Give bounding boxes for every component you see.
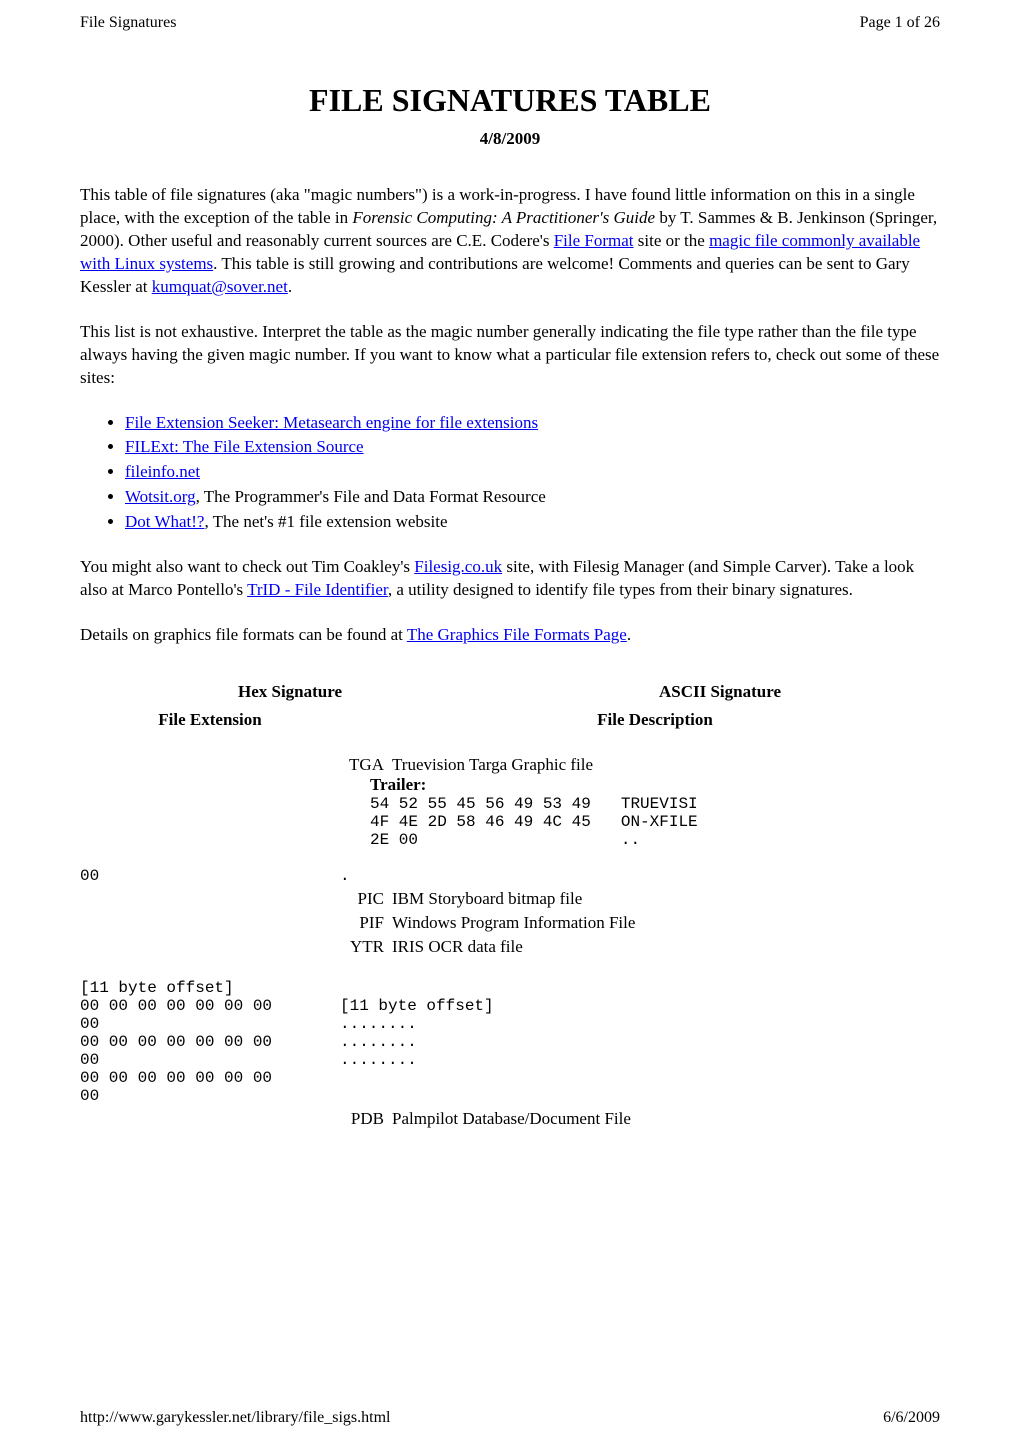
col-header-ext: File Extension — [80, 710, 340, 730]
list-item: fileinfo.net — [125, 461, 940, 484]
book-title: Forensic Computing: A Practitioner's Gui… — [352, 208, 655, 227]
desc-ytr: IRIS OCR data file — [392, 937, 523, 957]
hex-pdb: [11 byte offset] 00 00 00 00 00 00 00 00… — [80, 979, 340, 1105]
intro-paragraph-1: This table of file signatures (aka "magi… — [80, 184, 940, 299]
link-filext[interactable]: FILExt: The File Extension Source — [125, 437, 364, 456]
link-file-extension-seeker[interactable]: File Extension Seeker: Metasearch engine… — [125, 413, 538, 432]
intro-paragraph-3: You might also want to check out Tim Coa… — [80, 556, 940, 602]
col-header-ascii: ASCII Signature — [500, 682, 940, 702]
link-email-kumquat[interactable]: kumquat@sover.net — [152, 277, 288, 296]
footer-url: http://www.garykessler.net/library/file_… — [80, 1409, 390, 1427]
link-graphics-file-formats[interactable]: The Graphics File Formats Page — [407, 625, 627, 644]
ext-pic: PIC — [340, 889, 392, 909]
desc-tga: Truevision Targa Graphic file — [392, 755, 593, 775]
list-item: FILExt: The File Extension Source — [125, 436, 940, 459]
page-footer: http://www.garykessler.net/library/file_… — [80, 1409, 940, 1427]
link-trid[interactable]: TrID - File Identifier — [247, 580, 388, 599]
link-wotsit-org[interactable]: Wotsit.org — [125, 487, 196, 506]
page-title: FILE SIGNATURES TABLE — [80, 82, 940, 119]
table-row-tga: TGA Truevision Targa Graphic file Traile… — [80, 755, 940, 849]
ext-tga: TGA — [340, 755, 384, 775]
link-fileinfo-net[interactable]: fileinfo.net — [125, 462, 200, 481]
hex-zero: 00 — [80, 867, 340, 885]
list-item: Dot What!?, The net's #1 file extension … — [125, 511, 940, 534]
ext-pif: PIF — [340, 913, 392, 933]
list-item: Wotsit.org, The Programmer's File and Da… — [125, 486, 940, 509]
page-header: File Signatures Page 1 of 26 — [80, 14, 940, 32]
list-item: File Extension Seeker: Metasearch engine… — [125, 412, 940, 435]
ascii-zero: . — [340, 867, 940, 885]
col-header-hex: Hex Signature — [80, 682, 500, 702]
intro-paragraph-4: Details on graphics file formats can be … — [80, 624, 940, 647]
trailer-ascii: TRUEVISI ON-XFILE .. — [621, 795, 698, 849]
trailer-hex: 54 52 55 45 56 49 53 49 4F 4E 2D 58 46 4… — [370, 795, 591, 849]
ext-ytr: YTR — [340, 937, 392, 957]
header-left: File Signatures — [80, 14, 176, 32]
ext-pdb: PDB — [340, 1109, 392, 1129]
resource-link-list: File Extension Seeker: Metasearch engine… — [125, 412, 940, 535]
trailer-label: Trailer: — [370, 775, 940, 795]
header-page-number: Page 1 of 26 — [860, 14, 940, 32]
link-file-format[interactable]: File Format — [554, 231, 634, 250]
table-row-pdb-desc: PDB Palmpilot Database/Document File — [80, 1109, 940, 1129]
signature-table-header: Hex Signature ASCII Signature File Exten… — [80, 682, 940, 730]
col-header-desc: File Description — [340, 710, 940, 730]
link-filesig-co-uk[interactable]: Filesig.co.uk — [414, 557, 502, 576]
ascii-pdb: [11 byte offset] ........ ........ .....… — [340, 997, 940, 1069]
desc-pdb: Palmpilot Database/Document File — [392, 1109, 631, 1129]
link-dot-what[interactable]: Dot What!? — [125, 512, 204, 531]
table-row-zero: 00 . PIC IBM Storyboard bitmap file PIF … — [80, 867, 940, 961]
document-date: 4/8/2009 — [80, 129, 940, 149]
intro-paragraph-2: This list is not exhaustive. Interpret t… — [80, 321, 940, 390]
desc-pif: Windows Program Information File — [392, 913, 635, 933]
table-row-pdb: [11 byte offset] 00 00 00 00 00 00 00 00… — [80, 979, 940, 1105]
desc-pic: IBM Storyboard bitmap file — [392, 889, 582, 909]
footer-date: 6/6/2009 — [883, 1409, 940, 1427]
